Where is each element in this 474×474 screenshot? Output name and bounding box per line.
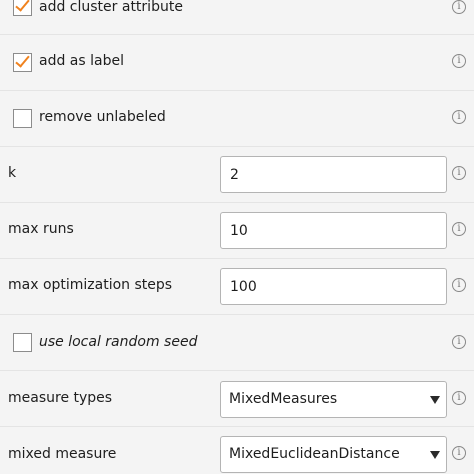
operator-parameters-panel: add cluster attribute i add as label i r…: [0, 0, 474, 474]
dropdown-caret-icon: [430, 396, 440, 404]
param-row-remove-unlabeled: remove unlabeled i: [0, 91, 474, 147]
use-local-random-seed-checkbox[interactable]: [13, 333, 32, 352]
info-icon[interactable]: i: [452, 222, 466, 236]
info-icon[interactable]: i: [452, 166, 466, 180]
add-as-label-label[interactable]: add as label: [39, 53, 124, 69]
remove-unlabeled-label[interactable]: remove unlabeled: [39, 109, 166, 125]
use-local-random-seed-label[interactable]: use local random seed: [39, 334, 197, 350]
param-row-measure-types: measure types MixedMeasures i: [0, 371, 474, 427]
measure-types-select[interactable]: MixedMeasures: [220, 381, 447, 418]
k-label: k: [8, 165, 17, 181]
mixed-measure-value: MixedEuclideanDistance: [229, 446, 400, 462]
max-optimization-steps-input[interactable]: [220, 268, 447, 305]
info-icon[interactable]: i: [452, 110, 466, 124]
param-row-k: k i: [0, 147, 474, 203]
info-icon[interactable]: i: [452, 335, 466, 349]
checkmark-icon: [15, 52, 30, 68]
add-cluster-attribute-label[interactable]: add cluster attribute: [39, 0, 183, 15]
info-icon[interactable]: i: [452, 54, 466, 68]
max-runs-label: max runs: [8, 221, 74, 237]
param-row-add-as-label: add as label i: [0, 35, 474, 91]
add-as-label-checkbox[interactable]: [13, 52, 32, 72]
measure-types-label: measure types: [8, 390, 113, 406]
remove-unlabeled-checkbox[interactable]: [13, 109, 32, 128]
param-row-use-local-random-seed: use local random seed i: [0, 315, 474, 371]
param-row-mixed-measure: mixed measure MixedEuclideanDistance i: [0, 427, 474, 474]
info-icon[interactable]: i: [452, 391, 466, 405]
mixed-measure-select[interactable]: MixedEuclideanDistance: [220, 436, 447, 473]
info-icon[interactable]: i: [452, 278, 466, 292]
param-row-add-cluster-attribute: add cluster attribute i: [0, 0, 474, 35]
dropdown-caret-icon: [430, 451, 440, 459]
param-row-max-optimization-steps: max optimization steps i: [0, 259, 474, 315]
add-cluster-attribute-checkbox[interactable]: [13, 0, 32, 16]
k-input[interactable]: [220, 156, 447, 193]
param-row-max-runs: max runs i: [0, 203, 474, 259]
checkmark-icon: [15, 0, 30, 12]
measure-types-value: MixedMeasures: [229, 391, 338, 407]
mixed-measure-label: mixed measure: [8, 446, 117, 462]
max-runs-input[interactable]: [220, 212, 447, 249]
max-optimization-steps-label: max optimization steps: [8, 277, 173, 293]
info-icon[interactable]: i: [452, 0, 466, 14]
info-icon[interactable]: i: [452, 446, 466, 460]
